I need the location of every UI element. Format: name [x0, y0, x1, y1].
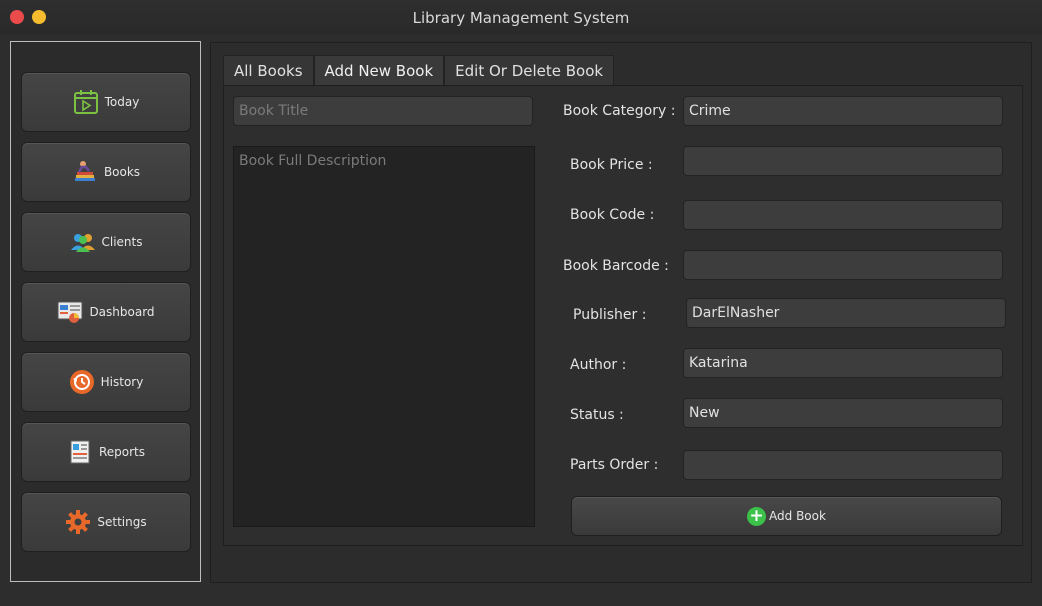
- sidebar-item-books[interactable]: Books: [21, 142, 191, 202]
- sidebar-item-dashboard[interactable]: Dashboard: [21, 282, 191, 342]
- sidebar: Today Books Clients Dashboard History Re…: [10, 41, 201, 582]
- tab-bar: All Books Add New Book Edit Or Delete Bo…: [223, 55, 615, 86]
- plus-circle-icon: +: [747, 506, 767, 526]
- book-category-label: Book Category :: [563, 103, 676, 119]
- sidebar-item-reports[interactable]: Reports: [21, 422, 191, 482]
- book-price-label: Book Price :: [570, 157, 653, 173]
- sidebar-item-label: Today: [104, 95, 140, 109]
- sidebar-item-clients[interactable]: Clients: [21, 212, 191, 272]
- book-code-label: Book Code :: [570, 207, 655, 223]
- publisher-select[interactable]: DarElNasher: [686, 298, 1006, 328]
- main-panel: All Books Add New Book Edit Or Delete Bo…: [210, 42, 1032, 583]
- add-book-form: Book Category : Crime Book Price : Book …: [223, 85, 1023, 546]
- report-icon: [67, 439, 93, 465]
- sidebar-item-label: Settings: [97, 515, 147, 529]
- sidebar-item-label: History: [100, 375, 144, 389]
- users-icon: [70, 229, 96, 255]
- book-category-select[interactable]: Crime: [683, 96, 1003, 126]
- tab-edit-or-delete-book[interactable]: Edit Or Delete Book: [444, 55, 615, 85]
- author-select[interactable]: Katarina: [683, 348, 1003, 378]
- history-icon: [69, 369, 95, 395]
- tab-all-books[interactable]: All Books: [223, 55, 314, 85]
- window-title: Library Management System: [412, 9, 630, 27]
- books-reader-icon: [72, 159, 98, 185]
- publisher-label: Publisher :: [573, 307, 647, 323]
- book-code-input[interactable]: [683, 200, 1003, 230]
- dashboard-chart-icon: [57, 299, 83, 325]
- book-title-input[interactable]: [233, 96, 533, 126]
- sidebar-item-today[interactable]: Today: [21, 72, 191, 132]
- status-label: Status :: [570, 407, 624, 423]
- tab-add-new-book[interactable]: Add New Book: [313, 55, 445, 86]
- book-barcode-input[interactable]: [683, 250, 1003, 280]
- status-select[interactable]: New: [683, 398, 1003, 428]
- sidebar-item-label: Reports: [98, 445, 146, 459]
- sidebar-item-label: Clients: [101, 235, 143, 249]
- author-label: Author :: [570, 357, 627, 373]
- add-book-button-label: Add Book: [769, 509, 826, 523]
- book-barcode-label: Book Barcode :: [563, 258, 669, 274]
- add-book-button[interactable]: + Add Book: [571, 496, 1002, 536]
- book-price-input[interactable]: [683, 146, 1003, 176]
- gear-icon: [65, 509, 91, 535]
- calendar-play-icon: [73, 89, 99, 115]
- book-description-textarea[interactable]: [233, 146, 535, 527]
- sidebar-item-label: Books: [103, 165, 141, 179]
- title-bar: Library Management System: [0, 0, 1042, 34]
- sidebar-item-settings[interactable]: Settings: [21, 492, 191, 552]
- sidebar-item-history[interactable]: History: [21, 352, 191, 412]
- parts-order-input[interactable]: [683, 450, 1003, 480]
- parts-order-label: Parts Order :: [570, 457, 659, 473]
- sidebar-item-label: Dashboard: [89, 305, 155, 319]
